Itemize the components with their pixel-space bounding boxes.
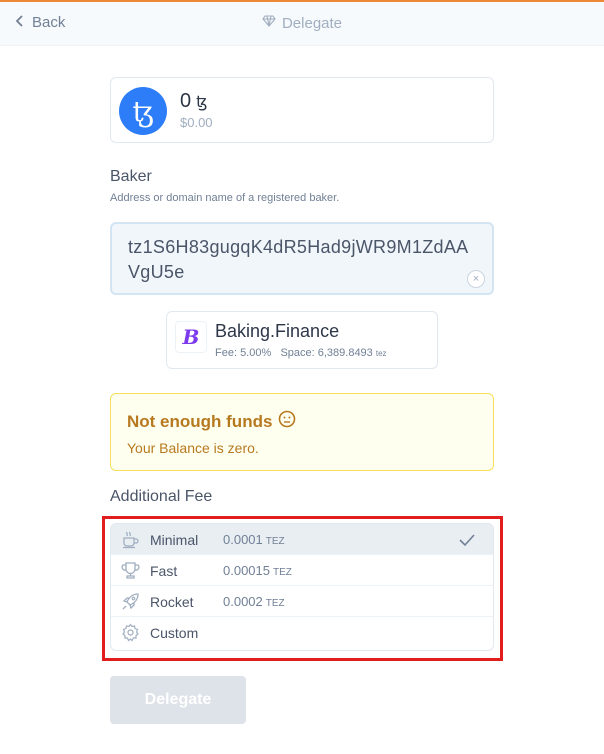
- account-card: ꜩ 0 ꜩ $0.00: [110, 77, 494, 143]
- additional-fee-label: Additional Fee: [110, 488, 213, 505]
- delegate-button[interactable]: Delegate: [110, 676, 246, 724]
- tezos-logo-icon: ꜩ: [119, 87, 167, 135]
- balance-amount: 0: [180, 90, 192, 112]
- alert-text: Your Balance is zero.: [127, 440, 259, 456]
- balance: 0 ꜩ: [180, 90, 207, 113]
- close-icon: ×: [472, 273, 480, 285]
- baker-space-unit: tez: [375, 349, 387, 358]
- baker-name: Baking.Finance: [215, 321, 340, 341]
- alert-title: Not enough funds: [127, 410, 296, 433]
- baker-card: B Baking.Finance Fee: 5.00% Space: 6,389…: [166, 311, 438, 369]
- header-bar: Back Delegate: [0, 2, 604, 46]
- neutral-face-icon: [278, 410, 296, 433]
- baker-address-input[interactable]: tz1S6H83gugqK4dR5Had9jWR9M1ZdAAVgU5e: [110, 222, 494, 295]
- baker-space: Space: 6,389.8493: [280, 347, 373, 359]
- highlight-box: [102, 516, 503, 661]
- tez-symbol: ꜩ: [196, 93, 208, 111]
- diamond-icon: [262, 14, 276, 32]
- baker-label: Baker: [110, 168, 152, 185]
- baker-stats: Fee: 5.00% Space: 6,389.8493 tez: [215, 347, 387, 359]
- baker-fee: Fee: 5.00%: [215, 347, 272, 359]
- alert-title-text: Not enough funds: [127, 411, 273, 431]
- insufficient-funds-alert: Not enough funds Your Balance is zero.: [110, 393, 494, 471]
- baker-description: Address or domain name of a registered b…: [110, 192, 340, 204]
- clear-input-button[interactable]: ×: [467, 270, 485, 288]
- baker-logo-icon: B: [175, 321, 207, 353]
- page-title-label: Delegate: [281, 14, 343, 32]
- balance-usd: $0.00: [180, 115, 213, 130]
- page-title: Delegate: [0, 14, 604, 32]
